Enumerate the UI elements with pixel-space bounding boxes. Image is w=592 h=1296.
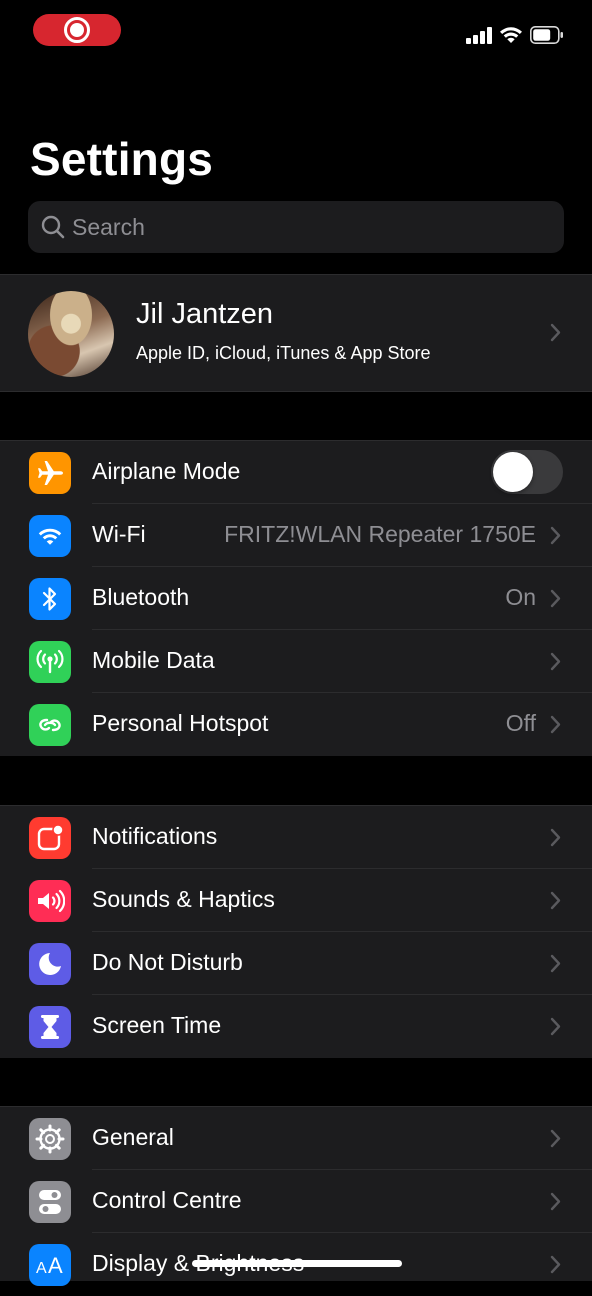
status-bar — [0, 0, 592, 60]
profile-subtitle: Apple ID, iCloud, iTunes & App Store — [136, 343, 431, 363]
toggle-knob — [493, 452, 533, 492]
airplane-icon — [29, 452, 71, 494]
bluetooth-row[interactable]: Bluetooth On — [0, 567, 592, 630]
chevron-right-icon — [550, 526, 561, 545]
bluetooth-icon — [29, 578, 71, 620]
signal-icon — [466, 27, 492, 44]
page-title: Settings — [30, 133, 214, 185]
chevron-right-icon — [550, 1129, 561, 1148]
speaker-icon — [29, 880, 71, 922]
hourglass-icon — [29, 1006, 71, 1048]
profile-name: Jil Jantzen — [136, 298, 274, 330]
search-icon — [41, 215, 65, 239]
connectivity-group: Airplane Mode Wi-Fi FRITZ!WLAN Repeater … — [0, 440, 592, 756]
mobile-data-label: Mobile Data — [92, 647, 215, 673]
chevron-right-icon — [550, 652, 561, 671]
hotspot-chain-icon — [29, 704, 71, 746]
battery-icon — [530, 26, 563, 44]
search-input[interactable] — [72, 201, 552, 253]
wifi-network-name: FRITZ!WLAN Repeater 1750E — [224, 521, 536, 547]
screen-time-label: Screen Time — [92, 1012, 222, 1038]
wifi-icon — [500, 27, 522, 43]
apple-id-row[interactable] — [0, 274, 592, 392]
notifications-row[interactable]: Notifications — [0, 806, 592, 869]
system-group: General Control Centre A A Display & Bri… — [0, 1106, 592, 1286]
notifications-label: Notifications — [92, 823, 218, 849]
chevron-right-icon — [550, 323, 561, 342]
airplane-mode-row[interactable]: Airplane Mode — [0, 441, 592, 504]
do-not-disturb-label: Do Not Disturb — [92, 949, 243, 975]
chevron-right-icon — [550, 828, 561, 847]
home-indicator[interactable] — [192, 1260, 402, 1267]
chevron-right-icon — [550, 891, 561, 910]
bluetooth-label: Bluetooth — [92, 584, 190, 610]
screen-recording-indicator[interactable] — [33, 14, 121, 46]
notifications-icon — [29, 817, 71, 859]
record-dot-icon — [70, 23, 84, 37]
chevron-right-icon — [550, 715, 561, 734]
mobile-data-row[interactable]: Mobile Data — [0, 630, 592, 693]
wifi-label: Wi-Fi — [92, 521, 146, 547]
gear-icon — [29, 1118, 71, 1160]
chevron-right-icon — [550, 1017, 561, 1036]
sounds-haptics-label: Sounds & Haptics — [92, 886, 275, 912]
wifi-settings-icon — [29, 515, 71, 557]
screen-time-row[interactable]: Screen Time — [0, 995, 592, 1058]
personal-hotspot-row[interactable]: Personal Hotspot Off — [0, 693, 592, 756]
personal-hotspot-label: Personal Hotspot — [92, 710, 269, 736]
airplane-mode-toggle[interactable] — [491, 450, 563, 494]
wifi-row[interactable]: Wi-Fi FRITZ!WLAN Repeater 1750E — [0, 504, 592, 567]
bluetooth-status: On — [505, 584, 536, 610]
personal-hotspot-status: Off — [505, 710, 536, 736]
chevron-right-icon — [550, 589, 561, 608]
do-not-disturb-row[interactable]: Do Not Disturb — [0, 932, 592, 995]
search-bar[interactable] — [28, 201, 564, 253]
chevron-right-icon — [550, 1192, 561, 1211]
sounds-haptics-row[interactable]: Sounds & Haptics — [0, 869, 592, 932]
svg-text:A: A — [36, 1260, 47, 1277]
avatar — [28, 291, 114, 377]
svg-text:A: A — [48, 1253, 63, 1277]
antenna-icon — [29, 641, 71, 683]
switches-icon — [29, 1181, 71, 1223]
general-label: General — [92, 1124, 174, 1150]
control-centre-label: Control Centre — [92, 1187, 242, 1213]
moon-icon — [29, 943, 71, 985]
general-row[interactable]: General — [0, 1107, 592, 1170]
chevron-right-icon — [550, 954, 561, 973]
chevron-right-icon — [550, 1255, 561, 1274]
control-centre-row[interactable]: Control Centre — [0, 1170, 592, 1233]
alerts-group: Notifications Sounds & Haptics Do Not Di… — [0, 805, 592, 1058]
airplane-mode-label: Airplane Mode — [92, 458, 241, 484]
